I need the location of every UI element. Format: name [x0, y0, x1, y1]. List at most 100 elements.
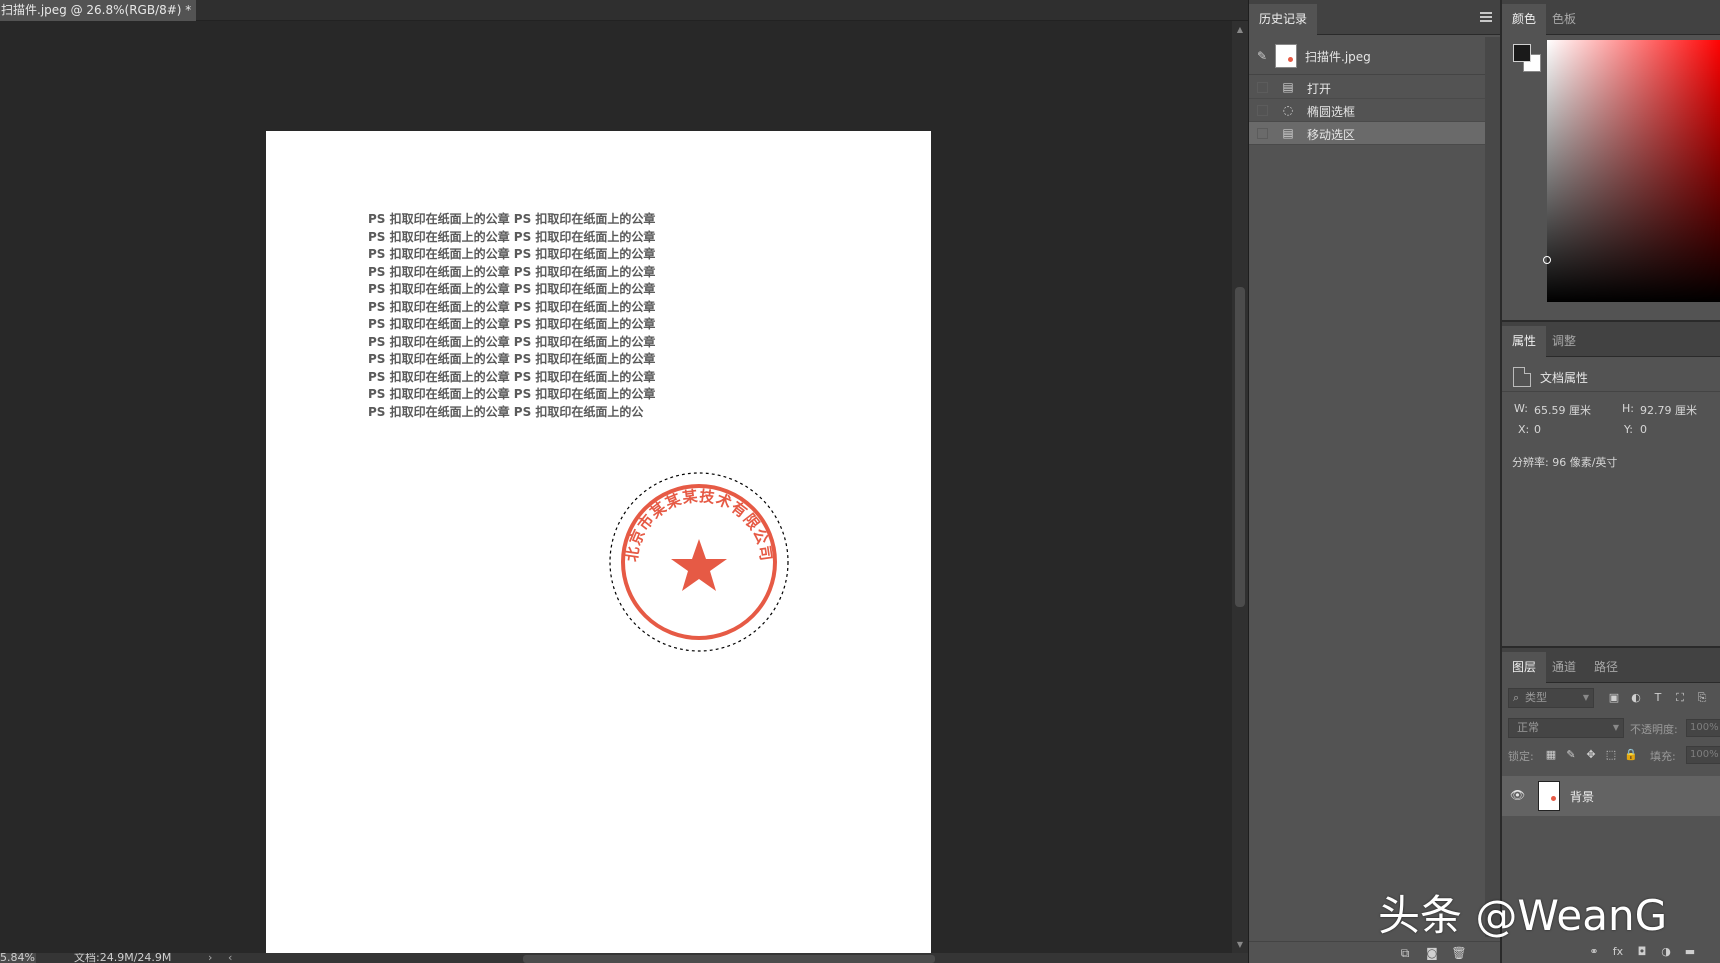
- document-paper: PS 扣取印在纸面上的公章 PS 扣取印在纸面上的公章 PS 扣取印在纸面上的公章…: [266, 131, 931, 953]
- divider: [1502, 391, 1720, 392]
- scroll-thumb[interactable]: [1235, 287, 1245, 607]
- tab-history[interactable]: 历史记录: [1249, 4, 1318, 35]
- adjustment-filter-icon[interactable]: ◐: [1628, 690, 1644, 706]
- history-checkbox[interactable]: [1257, 82, 1268, 93]
- tab-channels[interactable]: 通道: [1542, 652, 1586, 683]
- document-icon: ▤: [1282, 126, 1294, 140]
- width-value[interactable]: 65.59 厘米: [1534, 402, 1591, 418]
- paper-text-line: PS 扣取印在纸面上的公章 PS 扣取印在纸面上的公章: [368, 334, 656, 349]
- panel-menu-icon[interactable]: [1480, 12, 1492, 22]
- tab-paths[interactable]: 路径: [1584, 652, 1628, 683]
- foreground-color-swatch[interactable]: [1513, 44, 1531, 62]
- height-label: H:: [1622, 402, 1634, 415]
- tab-strip: [196, 0, 1248, 21]
- layer-filter-value: 类型: [1525, 691, 1547, 704]
- history-item-label: 打开: [1307, 82, 1332, 96]
- zoom-level[interactable]: 5.84%: [0, 953, 36, 963]
- lock-all-icon[interactable]: 🔒: [1624, 748, 1638, 762]
- watermark: 头条 @WeanG: [1378, 891, 1668, 940]
- tab-adjustments[interactable]: 调整: [1542, 326, 1586, 357]
- tab-layers[interactable]: 图层: [1502, 652, 1547, 683]
- history-item-label: 移动选区: [1307, 128, 1356, 142]
- paper-text-line: PS 扣取印在纸面上的公章 PS 扣取印在纸面上的公章: [368, 229, 656, 244]
- history-footer: ⧉ ◙ 🗑: [1249, 941, 1501, 963]
- new-document-from-state-icon[interactable]: ⧉: [1397, 945, 1413, 961]
- document-properties-icon: [1513, 367, 1531, 387]
- new-group-icon[interactable]: ▬: [1682, 944, 1698, 960]
- search-icon: ⌕: [1513, 691, 1520, 704]
- eye-icon[interactable]: 👁: [1510, 788, 1525, 802]
- paper-text-line: PS 扣取印在纸面上的公章 PS 扣取印在纸面上的公章: [368, 369, 656, 384]
- properties-panel-header: 属性 调整: [1502, 322, 1720, 357]
- status-bar: 5.84% 文档:24.9M/24.9M › ‹: [0, 953, 1248, 963]
- paper-text-line: PS 扣取印在纸面上的公章 PS 扣取印在纸面上的公章: [368, 299, 656, 314]
- history-checkbox[interactable]: [1257, 128, 1268, 139]
- history-item-ellipse-marquee[interactable]: ◌ 椭圆选框: [1249, 99, 1485, 122]
- paper-text-line: PS 扣取印在纸面上的公章 PS 扣取印在纸面上的公章: [368, 212, 656, 226]
- paper-text-line: PS 扣取印在纸面上的公章 PS 扣取印在纸面上的公: [368, 404, 644, 419]
- status-expand-icon[interactable]: ›: [208, 953, 212, 963]
- tab-properties[interactable]: 属性: [1502, 326, 1547, 357]
- company-seal: 北京市某某某技术有限公司: [609, 472, 789, 652]
- trash-icon[interactable]: 🗑: [1451, 945, 1467, 961]
- ellipse-marquee-icon: ◌: [1282, 103, 1294, 117]
- height-value[interactable]: 92.79 厘米: [1640, 402, 1697, 418]
- layer-filter-select[interactable]: ⌕ 类型 ▼: [1508, 688, 1594, 708]
- scroll-down-icon[interactable]: ▼: [1232, 940, 1248, 949]
- blend-mode-select[interactable]: 正常 ▼: [1508, 718, 1624, 738]
- layer-row-background[interactable]: 👁 背景: [1502, 776, 1720, 816]
- tab-color[interactable]: 颜色: [1502, 4, 1547, 35]
- color-panel-header: 颜色 色板: [1502, 0, 1720, 35]
- document-icon: ▤: [1282, 80, 1294, 94]
- snapshot-label: 扫描件.jpeg: [1305, 50, 1371, 64]
- y-value[interactable]: 0: [1640, 423, 1647, 436]
- history-snapshot[interactable]: ✎ 扫描件.jpeg: [1249, 37, 1485, 75]
- history-brush-icon[interactable]: ✎: [1257, 49, 1267, 63]
- shape-filter-icon[interactable]: ⛶: [1672, 690, 1688, 706]
- scroll-left-icon[interactable]: ‹: [228, 953, 232, 963]
- canvas[interactable]: PS 扣取印在纸面上的公章 PS 扣取印在纸面上的公章 PS 扣取印在纸面上的公章…: [0, 21, 1232, 953]
- opacity-field[interactable]: 100%: [1686, 719, 1720, 737]
- document-tab[interactable]: 扫描件.jpeg @ 26.8%(RGB/8#) *×: [0, 0, 209, 21]
- paper-text-line: PS 扣取印在纸面上的公章 PS 扣取印在纸面上的公章: [368, 352, 656, 366]
- lock-position-icon[interactable]: ✥: [1584, 748, 1598, 762]
- layer-name: 背景: [1570, 790, 1595, 804]
- horizontal-scroll-thumb[interactable]: [523, 955, 935, 963]
- camera-snapshot-icon[interactable]: ◙: [1424, 945, 1440, 961]
- history-item-move-selection[interactable]: ▤ 移动选区: [1249, 122, 1485, 145]
- fx-icon[interactable]: fx: [1610, 944, 1626, 960]
- right-dock: 颜色 色板 属性 调整 文档属性 W: 65.59 厘米 H: 92.79 厘米…: [1500, 0, 1720, 963]
- tab-swatches[interactable]: 色板: [1542, 4, 1586, 35]
- scroll-up-icon[interactable]: ▲: [1232, 25, 1248, 34]
- paper-text-line: PS 扣取印在纸面上的公章 PS 扣取印在纸面上的公章: [368, 317, 656, 331]
- layer-thumbnail: [1538, 781, 1560, 811]
- snapshot-thumbnail: [1275, 44, 1297, 68]
- type-filter-icon[interactable]: T: [1650, 690, 1666, 706]
- history-scrollbar[interactable]: [1485, 37, 1501, 937]
- adjustment-layer-icon[interactable]: ◑: [1658, 944, 1674, 960]
- y-label: Y:: [1624, 423, 1633, 436]
- paper-text-line: PS 扣取印在纸面上的公章 PS 扣取印在纸面上的公章: [368, 387, 656, 401]
- color-picker-ring[interactable]: [1543, 256, 1551, 264]
- image-filter-icon[interactable]: ▣: [1606, 690, 1622, 706]
- document-size-info: 文档:24.9M/24.9M: [74, 953, 172, 963]
- history-item-open[interactable]: ▤ 打开: [1249, 76, 1485, 99]
- smart-object-filter-icon[interactable]: ⎘: [1694, 690, 1710, 706]
- x-label: X:: [1518, 423, 1530, 436]
- paper-text-line: PS 扣取印在纸面上的公章 PS 扣取印在纸面上的公章: [368, 282, 656, 296]
- lock-image-pixels-icon[interactable]: ✎: [1564, 748, 1578, 762]
- history-checkbox[interactable]: [1257, 105, 1268, 116]
- fill-field[interactable]: 100%: [1686, 746, 1720, 764]
- history-panel: 历史记录 ✎ 扫描件.jpeg ▤ 打开 ◌ 椭圆选框 ▤ 移动选区 ⧉ ◙ 🗑: [1248, 0, 1501, 963]
- chevron-down-icon: ▼: [1582, 693, 1589, 702]
- color-field[interactable]: [1547, 40, 1720, 302]
- lock-transparent-pixels-icon[interactable]: ▦: [1544, 748, 1558, 762]
- paper-text-line: PS 扣取印在纸面上的公章 PS 扣取印在纸面上的公章: [368, 247, 656, 261]
- canvas-vertical-scrollbar[interactable]: ▲ ▼: [1232, 21, 1248, 953]
- lock-artboard-icon[interactable]: ⬚: [1604, 748, 1618, 762]
- paper-text-line: PS 扣取印在纸面上的公章 PS 扣取印在纸面上的公章: [368, 264, 656, 279]
- link-layers-icon[interactable]: ⚭: [1586, 944, 1602, 960]
- history-item-label: 椭圆选框: [1307, 105, 1356, 119]
- layer-mask-icon[interactable]: ◘: [1634, 944, 1650, 960]
- x-value[interactable]: 0: [1534, 423, 1541, 436]
